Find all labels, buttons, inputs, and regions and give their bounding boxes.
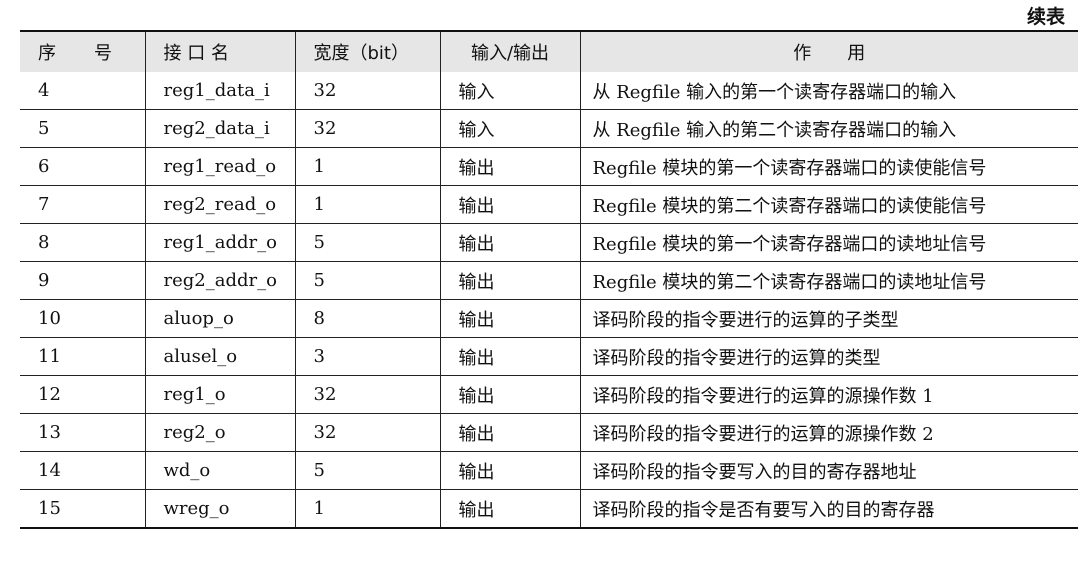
cell-width: 32: [294, 413, 441, 452]
cell-name: reg1_o: [144, 375, 296, 414]
table-row: 6 reg1_read_o 1 输出 Regfile 模块的第一个读寄存器端口的读使能信…: [20, 147, 1078, 186]
cell-io: 输出: [439, 223, 581, 262]
cell-desc: 从 Regfile 输入的第二个读寄存器端口的输入: [579, 109, 1078, 148]
cell-io: 输出: [439, 375, 581, 414]
table-caption: 续表: [1026, 6, 1065, 28]
header-seq-b: 号: [94, 43, 112, 64]
cell-seq: 13: [20, 413, 146, 452]
cell-width: 1: [294, 489, 441, 528]
header-desc: 作 用: [579, 31, 1078, 72]
table-row: 11 alusel_o 3 输出 译码阶段的指令要进行的运算的类型: [20, 337, 1078, 376]
table-header-row: 序号 接 口 名 宽度（bit） 输入/输出 作 用: [20, 31, 1078, 72]
cell-desc: 译码阶段的指令要进行的运算的类型: [579, 337, 1078, 376]
cell-io: 输出: [439, 261, 581, 300]
cell-desc: 译码阶段的指令要进行的运算的源操作数 2: [579, 413, 1078, 452]
cell-seq: 10: [20, 299, 146, 338]
table-row: 12 reg1_o 32 输出 译码阶段的指令要进行的运算的源操作数 1: [20, 375, 1078, 414]
cell-seq: 15: [20, 489, 146, 528]
cell-desc: 译码阶段的指令要写入的目的寄存器地址: [579, 451, 1078, 490]
cell-name: aluop_o: [144, 299, 296, 338]
table-row: 15 wreg_o 1 输出 译码阶段的指令是否有要写入的目的寄存器: [20, 489, 1078, 528]
cell-io: 输出: [439, 337, 581, 376]
cell-width: 32: [294, 375, 441, 414]
cell-seq: 4: [20, 72, 146, 110]
cell-desc: Regfile 模块的第二个读寄存器端口的读使能信号: [579, 185, 1078, 224]
cell-io: 输出: [439, 413, 581, 452]
cell-width: 32: [294, 72, 441, 110]
cell-name: reg2_read_o: [144, 185, 296, 224]
cell-io: 输出: [439, 147, 581, 186]
cell-seq: 11: [20, 337, 146, 376]
header-seq-a: 序: [38, 43, 56, 64]
header-io: 输入/输出: [439, 31, 581, 72]
header-name: 接 口 名: [144, 31, 296, 72]
cell-desc: Regfile 模块的第二个读寄存器端口的读地址信号: [579, 261, 1078, 300]
table-row: 8 reg1_addr_o 5 输出 Regfile 模块的第一个读寄存器端口的读地址信…: [20, 223, 1078, 262]
table-body: 4 reg1_data_i 32 输入从 Regfile 输入的第一个读寄存器端口的输…: [20, 72, 1078, 528]
cell-name: alusel_o: [144, 337, 296, 376]
table-row: 9 reg2_addr_o 5 输出 Regfile 模块的第二个读寄存器端口的读地址信…: [20, 261, 1078, 300]
cell-width: 1: [294, 185, 441, 224]
cell-seq: 6: [20, 147, 146, 186]
cell-name: reg1_addr_o: [144, 223, 296, 262]
table-row: 14 wd_o 5 输出 译码阶段的指令要写入的目的寄存器地址: [20, 451, 1078, 490]
cell-desc: Regfile 模块的第一个读寄存器端口的读使能信号: [579, 147, 1078, 186]
cell-width: 5: [294, 223, 441, 262]
table-row: 5 reg2_data_i 32 输入从 Regfile 输入的第二个读寄存器端口的输…: [20, 109, 1078, 148]
cell-name: wd_o: [144, 451, 296, 490]
cell-desc: Regfile 模块的第一个读寄存器端口的读地址信号: [579, 223, 1078, 262]
cell-name: wreg_o: [144, 489, 296, 528]
cell-width: 3: [294, 337, 441, 376]
cell-seq: 8: [20, 223, 146, 262]
cell-name: reg1_read_o: [144, 147, 296, 186]
table-row: 4 reg1_data_i 32 输入从 Regfile 输入的第一个读寄存器端口的输…: [20, 72, 1078, 110]
cell-io: 输入: [439, 72, 581, 110]
cell-io: 输出: [439, 299, 581, 338]
cell-desc: 译码阶段的指令要进行的运算的子类型: [579, 299, 1078, 338]
table-row: 7 reg2_read_o 1 输出 Regfile 模块的第二个读寄存器端口的读使能信…: [20, 185, 1078, 224]
cell-width: 5: [294, 451, 441, 490]
cell-seq: 14: [20, 451, 146, 490]
cell-desc: 译码阶段的指令要进行的运算的源操作数 1: [579, 375, 1078, 414]
cell-width: 8: [294, 299, 441, 338]
table-row: 10 aluop_o 8 输出 译码阶段的指令要进行的运算的子类型: [20, 299, 1078, 338]
header-seq: 序号: [20, 31, 146, 72]
cell-width: 5: [294, 261, 441, 300]
cell-io: 输出: [439, 451, 581, 490]
cell-seq: 12: [20, 375, 146, 414]
cell-io: 输出: [439, 185, 581, 224]
cell-width: 32: [294, 109, 441, 148]
cell-io: 输出: [439, 489, 581, 528]
cell-name: reg2_data_i: [144, 109, 296, 148]
cell-name: reg2_o: [144, 413, 296, 452]
cell-desc: 译码阶段的指令是否有要写入的目的寄存器: [579, 489, 1078, 528]
interface-table: 序号 接 口 名 宽度（bit） 输入/输出 作 用 4 reg1_data_i 3…: [20, 30, 1078, 529]
cell-seq: 7: [20, 185, 146, 224]
cell-desc: 从 Regfile 输入的第一个读寄存器端口的输入: [579, 72, 1078, 110]
cell-seq: 5: [20, 109, 146, 148]
cell-name: reg2_addr_o: [144, 261, 296, 300]
header-width: 宽度（bit）: [294, 31, 441, 72]
cell-io: 输入: [439, 109, 581, 148]
cell-seq: 9: [20, 261, 146, 300]
cell-name: reg1_data_i: [144, 72, 296, 110]
cell-width: 1: [294, 147, 441, 186]
table-row: 13 reg2_o 32 输出 译码阶段的指令要进行的运算的源操作数 2: [20, 413, 1078, 452]
